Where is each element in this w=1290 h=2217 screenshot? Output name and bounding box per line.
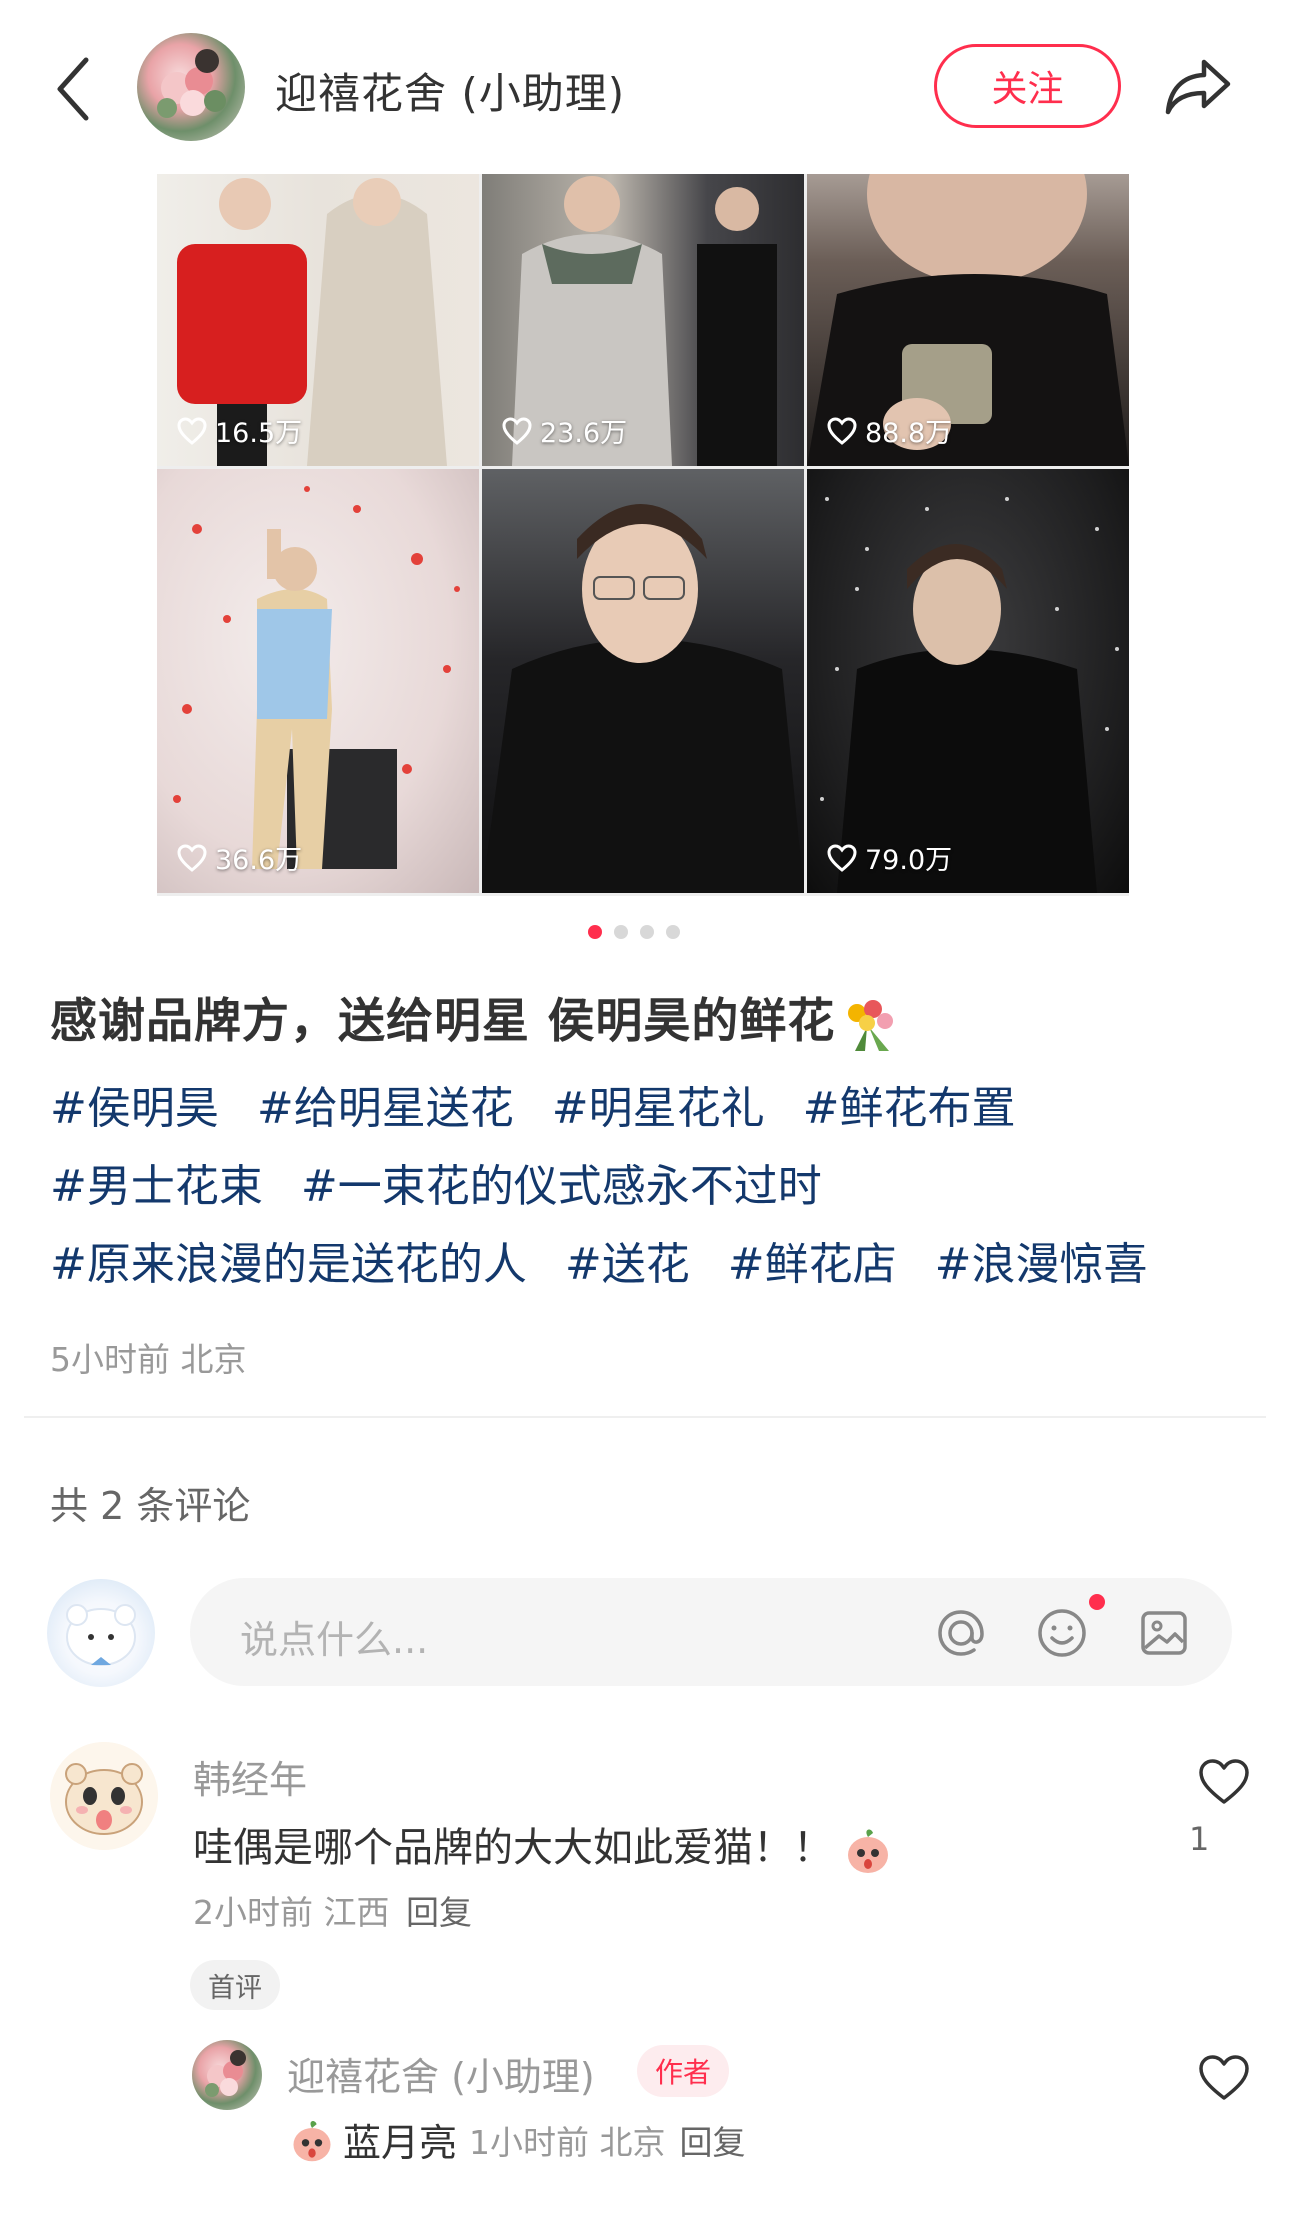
- grid-image-4[interactable]: 36.6万: [157, 469, 479, 893]
- comment-like-count: 1: [1189, 1820, 1210, 1858]
- reply-button[interactable]: 回复: [406, 1893, 472, 1932]
- comment-text-body: 哇偶是哪个品牌的大大如此爱猫！！: [193, 1825, 833, 1871]
- likes-count: 23.6万: [540, 418, 628, 449]
- at-mention-icon[interactable]: [932, 1604, 990, 1662]
- likes-count: 79.0万: [865, 845, 953, 876]
- post-title: 感谢品牌方，送给明星 侯明昊的鲜花: [50, 982, 899, 1053]
- likes-count: 16.5万: [215, 418, 303, 449]
- post-title-text: 感谢品牌方，送给明星 侯明昊的鲜花: [50, 994, 836, 1049]
- notification-dot: [1089, 1594, 1105, 1610]
- author-avatar[interactable]: [137, 33, 245, 141]
- carousel-indicator: [588, 925, 680, 939]
- image-icon[interactable]: [1135, 1604, 1193, 1662]
- hashtag[interactable]: #明星花礼: [552, 1083, 765, 1134]
- reply-button[interactable]: 回复: [680, 2116, 746, 2164]
- comment-input-placeholder: 说点什么...: [240, 1618, 429, 1662]
- grid-image-3[interactable]: 88.8万: [807, 174, 1129, 466]
- carousel-dot[interactable]: [640, 925, 654, 939]
- carousel-dot-active[interactable]: [588, 925, 602, 939]
- post-meta: 5小时前 北京: [50, 1340, 247, 1379]
- comment-text: 哇偶是哪个品牌的大大如此爱猫！！: [193, 1815, 895, 1877]
- likes-badge: 36.6万: [177, 838, 302, 877]
- carousel-dot[interactable]: [614, 925, 628, 939]
- hashtag[interactable]: #鲜花店: [728, 1239, 897, 1290]
- hashtag[interactable]: #给明星送花: [257, 1083, 514, 1134]
- emoji-icon[interactable]: [1033, 1604, 1091, 1662]
- share-icon[interactable]: [1164, 56, 1232, 116]
- hashtag-list: #侯明昊 #给明星送花 #明星花礼 #鲜花布置 #男士花束 #一束花的仪式感永不过时 #原来…: [50, 1070, 1250, 1304]
- post-image-grid[interactable]: 16.5万 23.6万 88.8万 36.6万 79.0万: [157, 174, 1129, 896]
- likes-count: 36.6万: [215, 845, 303, 876]
- my-avatar[interactable]: [47, 1579, 155, 1687]
- hashtag[interactable]: #原来浪漫的是送花的人: [50, 1239, 527, 1290]
- first-comment-badge: 首评: [190, 1960, 280, 2010]
- reply-time-location: 1小时前 北京: [469, 2122, 666, 2162]
- follow-button[interactable]: 关注: [934, 44, 1121, 128]
- author-name[interactable]: 迎禧花舍 (小助理): [275, 60, 625, 121]
- commenter-avatar[interactable]: [50, 1742, 158, 1850]
- reply-text: 蓝月亮: [343, 2121, 458, 2165]
- divider: [24, 1416, 1266, 1418]
- comment-count: 共 2 条评论: [50, 1484, 251, 1528]
- top-bar: 迎禧花舍 (小助理) 关注: [0, 0, 1290, 172]
- heart-icon: [827, 416, 857, 445]
- likes-count: 88.8万: [865, 418, 953, 449]
- peach-face-emoji-icon: [293, 2120, 331, 2161]
- comment-username[interactable]: 韩经年: [193, 1749, 307, 1804]
- likes-badge: 88.8万: [827, 411, 952, 450]
- hashtag[interactable]: #一束花的仪式感永不过时: [301, 1161, 822, 1212]
- reply-author-avatar[interactable]: [192, 2040, 262, 2110]
- hashtag[interactable]: #男士花束: [50, 1161, 263, 1212]
- likes-badge: 16.5万: [177, 411, 302, 450]
- likes-badge: 23.6万: [502, 411, 627, 450]
- carousel-dot[interactable]: [666, 925, 680, 939]
- comment-meta: 2小时前 江西 回复: [193, 1886, 472, 1934]
- heart-icon: [177, 843, 207, 872]
- bouquet-icon: [848, 999, 894, 1051]
- grid-image-5[interactable]: [482, 469, 804, 893]
- reply-content-row: 蓝月亮 1小时前 北京 回复: [287, 2112, 746, 2167]
- hashtag[interactable]: #侯明昊: [50, 1083, 219, 1134]
- comment-like-icon[interactable]: [1198, 1758, 1250, 1806]
- grid-image-2[interactable]: 23.6万: [482, 174, 804, 466]
- hashtag[interactable]: #送花: [565, 1239, 690, 1290]
- heart-icon: [177, 416, 207, 445]
- hashtag[interactable]: #浪漫惊喜: [935, 1239, 1148, 1290]
- peach-face-emoji-icon: [848, 1829, 888, 1873]
- author-badge: 作者: [637, 2045, 730, 2097]
- hashtag[interactable]: #鲜花布置: [803, 1083, 1016, 1134]
- heart-icon: [502, 416, 532, 445]
- reply-like-icon[interactable]: [1198, 2054, 1250, 2102]
- grid-image-1[interactable]: 16.5万: [157, 174, 479, 466]
- comment-input[interactable]: 说点什么...: [190, 1578, 1232, 1686]
- comment-time-location: 2小时前 江西: [193, 1893, 390, 1932]
- heart-icon: [827, 843, 857, 872]
- reply-username[interactable]: 迎禧花舍 (小助理): [287, 2046, 595, 2101]
- grid-image-6[interactable]: 79.0万: [807, 469, 1129, 893]
- likes-badge: 79.0万: [827, 838, 952, 877]
- back-arrow-icon[interactable]: [52, 54, 96, 124]
